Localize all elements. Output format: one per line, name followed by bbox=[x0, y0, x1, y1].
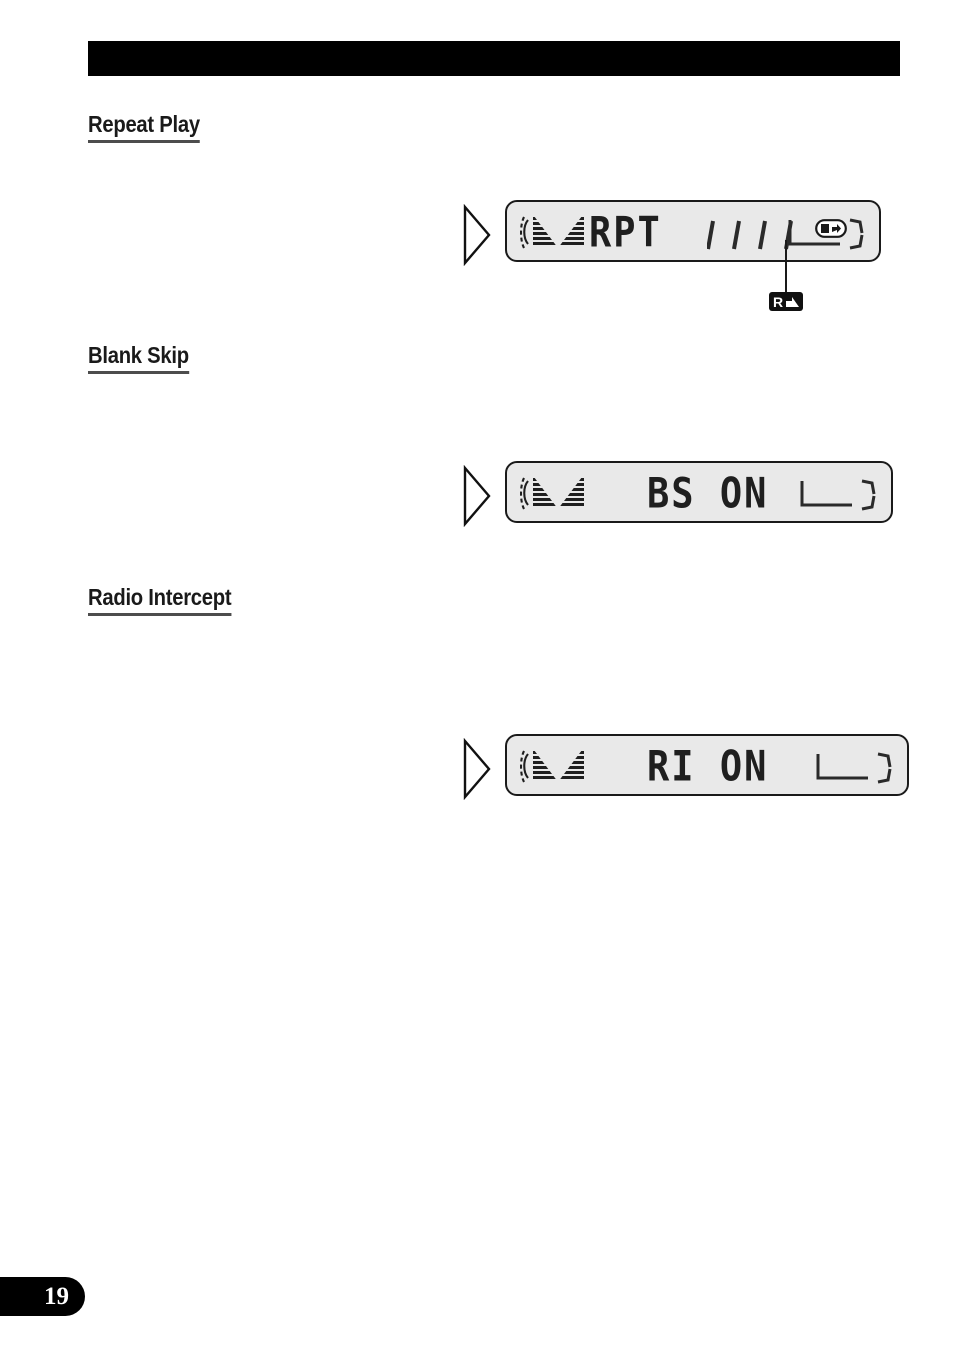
lcd-level-meter-icon bbox=[520, 747, 586, 785]
section-heading-radio-intercept: Radio Intercept bbox=[88, 584, 232, 617]
callout-leader-line bbox=[785, 240, 787, 292]
section-heading-label: Blank Skip bbox=[88, 342, 189, 368]
triangle-right-outline-icon bbox=[462, 204, 492, 266]
heading-underline-rule bbox=[88, 613, 232, 617]
lcd-display-panel-radio-intercept: RI ON bbox=[505, 734, 909, 796]
heading-underline-rule bbox=[88, 371, 189, 375]
page-number: 19 bbox=[44, 1283, 69, 1310]
lcd-text-repeat: RPT bbox=[589, 208, 662, 257]
lcd-display-panel-blank-skip: BS ON bbox=[505, 461, 893, 523]
lcd-text-radio-intercept: RI ON bbox=[647, 742, 769, 791]
header-bar bbox=[88, 41, 900, 76]
section-heading-label: Radio Intercept bbox=[88, 584, 232, 610]
repeat-badge-icon: R bbox=[769, 292, 803, 311]
unlit-bracket-segments-icon bbox=[812, 750, 898, 786]
lcd-level-meter-icon bbox=[520, 474, 586, 512]
triangle-right-outline-icon bbox=[462, 738, 492, 800]
section-heading-label: Repeat Play bbox=[88, 111, 200, 137]
lcd-level-meter-icon bbox=[520, 213, 586, 251]
section-heading-repeat-play: Repeat Play bbox=[88, 111, 200, 144]
lcd-display-panel-repeat: RPT bbox=[505, 200, 881, 262]
unlit-bracket-segments-icon bbox=[784, 216, 870, 252]
unlit-bracket-segments-icon bbox=[796, 477, 882, 513]
section-heading-blank-skip: Blank Skip bbox=[88, 342, 189, 375]
triangle-right-outline-icon bbox=[462, 465, 492, 527]
lcd-text-blank-skip: BS ON bbox=[647, 469, 769, 518]
svg-text:R: R bbox=[773, 294, 783, 310]
page-number-tab: 19 bbox=[0, 1277, 85, 1316]
heading-underline-rule bbox=[88, 140, 200, 144]
